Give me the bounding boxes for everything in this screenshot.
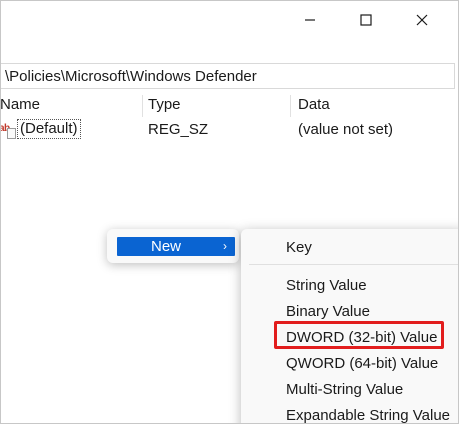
maximize-button[interactable] [343,5,389,35]
column-header-type[interactable]: Type [148,96,181,114]
column-separator[interactable] [290,95,291,117]
menu-item-binary-value[interactable]: Binary Value [286,302,370,321]
minimize-button[interactable] [287,5,333,35]
table-row[interactable]: ab (Default) REG_SZ (value not set) [1,119,458,141]
address-path: \Policies\Microsoft\Windows Defender [5,67,257,85]
address-bar[interactable]: \Policies\Microsoft\Windows Defender [1,63,455,89]
menu-item-new-label: New [151,238,182,255]
minimize-icon [304,14,316,26]
menu-item-string-value[interactable]: String Value [286,276,367,295]
menu-item-multi-string-value[interactable]: Multi-String Value [286,380,403,399]
list-header: Name Type Data [1,93,458,117]
close-icon [416,14,428,26]
registry-editor-window: \Policies\Microsoft\Windows Defender Nam… [0,0,459,424]
chevron-right-icon: › [223,239,227,253]
value-data: (value not set) [298,121,394,138]
menu-divider [249,264,458,265]
value-name: (Default) [17,119,81,139]
maximize-icon [360,14,372,26]
context-menu: New › [107,229,239,263]
menu-item-key[interactable]: Key [286,238,312,257]
column-separator[interactable] [142,95,143,117]
string-value-icon: ab [1,121,16,139]
close-button[interactable] [399,5,445,35]
dword-highlight-box [274,321,444,349]
column-header-data[interactable]: Data [298,96,330,114]
menu-item-expandable-string-value[interactable]: Expandable String Value [286,406,450,423]
menu-item-qword-value[interactable]: QWORD (64-bit) Value [286,354,438,373]
value-type: REG_SZ [148,121,209,138]
menu-item-new[interactable]: New › [117,237,235,256]
column-header-name[interactable]: Name [1,96,40,114]
